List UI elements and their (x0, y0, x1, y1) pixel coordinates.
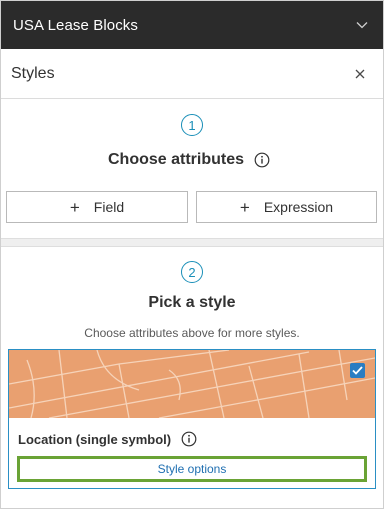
style-name: Location (single symbol) (18, 431, 197, 447)
layer-title: USA Lease Blocks (13, 16, 138, 34)
chevron-down-icon[interactable] (355, 18, 369, 32)
close-icon[interactable] (353, 67, 367, 81)
add-expression-button[interactable]: + Expression (196, 191, 377, 223)
info-icon[interactable] (181, 431, 197, 447)
add-field-button[interactable]: + Field (6, 191, 188, 223)
plus-icon: + (69, 197, 80, 217)
add-expression-label: Expression (263, 199, 334, 215)
info-icon[interactable] (254, 152, 270, 168)
pick-style-heading: Pick a style (1, 294, 383, 312)
style-name-label: Location (single symbol) (18, 431, 172, 447)
step-2-number: 2 (181, 261, 203, 283)
style-selected-checkbox[interactable] (350, 363, 365, 378)
pick-style-title: Pick a style (148, 294, 236, 311)
choose-attributes-title: Choose attributes (108, 151, 245, 168)
step-1-number: 1 (181, 114, 203, 136)
layer-header[interactable]: USA Lease Blocks (1, 1, 383, 49)
choose-attributes-heading: Choose attributes (108, 151, 270, 169)
style-options-label: Style options (157, 462, 227, 476)
plus-icon: + (239, 197, 250, 217)
hint-text: Choose attributes above for more styles. (84, 326, 300, 340)
section-divider (1, 238, 383, 247)
style-card-location[interactable]: Location (single symbol) Style options (8, 349, 376, 489)
panel-title: Styles (11, 64, 55, 82)
styles-panel: USA Lease Blocks Styles 1 Choose attribu… (0, 0, 384, 509)
add-field-label: Field (93, 199, 125, 215)
map-lines-graphic (9, 350, 375, 418)
styles-header: Styles (1, 49, 383, 99)
style-thumbnail (9, 350, 375, 418)
style-options-button[interactable]: Style options (17, 456, 367, 482)
